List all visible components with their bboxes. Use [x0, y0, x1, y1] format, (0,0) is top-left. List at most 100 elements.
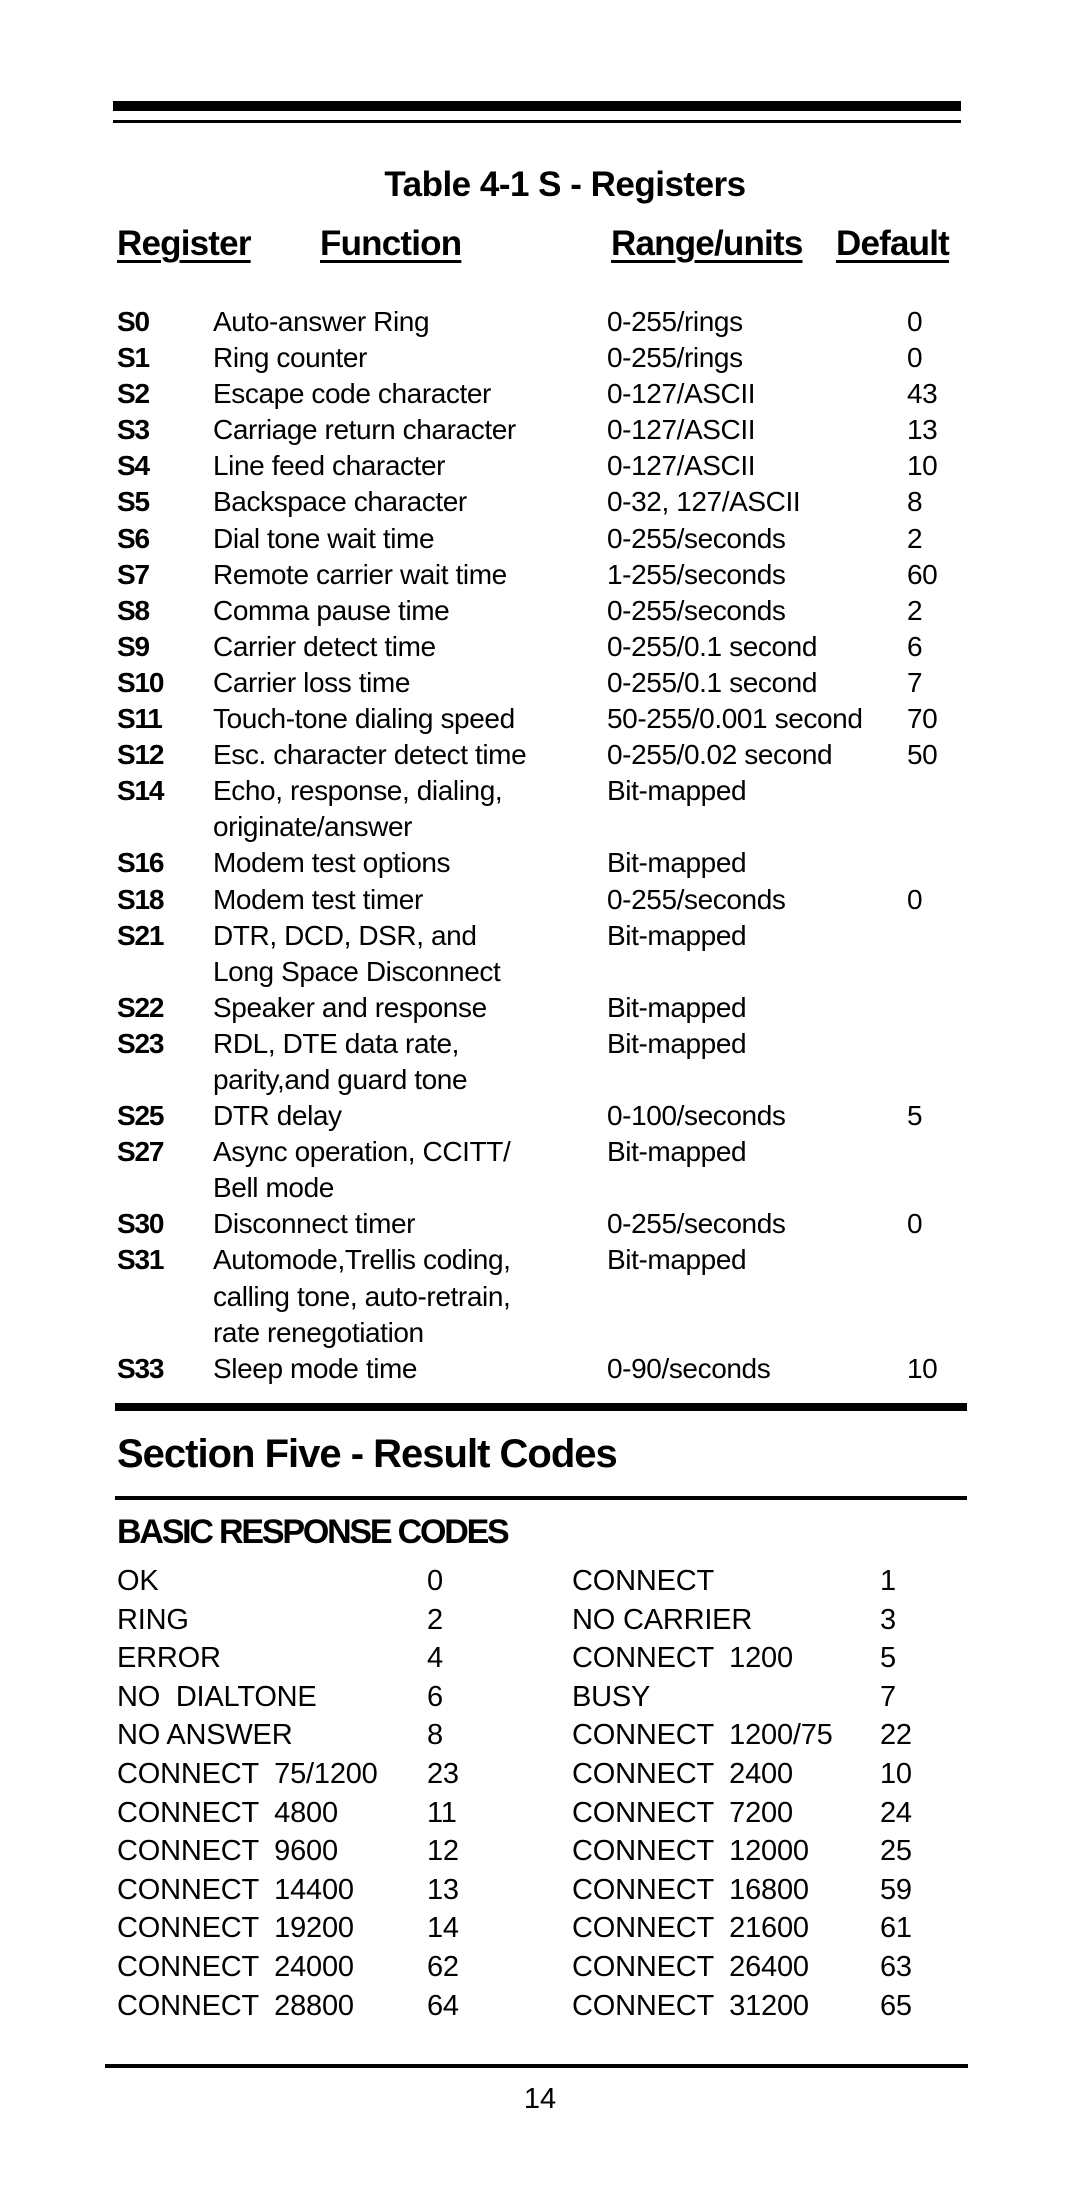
- register-function: Carrier detect time: [213, 629, 593, 665]
- register-range: 0-255/seconds: [607, 594, 786, 626]
- top-thin-rule: [113, 120, 961, 123]
- register-function: Carriage return character: [213, 412, 593, 448]
- register-function-line: originate/answer: [213, 811, 413, 843]
- result-code-value: 8: [427, 1719, 443, 1752]
- result-code-row: NO DIALTONE 6 BUSY 7: [117, 1678, 977, 1717]
- table-row: S18 Modem test timer 0-255/seconds 0: [117, 882, 977, 918]
- register-default: 43: [907, 378, 938, 410]
- register-range: 50-255/0.001 second: [607, 703, 863, 735]
- register-range: 0-255/0.1 second: [607, 666, 817, 698]
- register-function-line: Long Space Disconnect: [213, 955, 501, 987]
- table-row: S4 Line feed character 0-127/ASCII 10: [117, 448, 977, 484]
- register-function-line: DTR, DCD, DSR, and: [213, 919, 477, 951]
- table-row: S8 Comma pause time 0-255/seconds 2: [117, 593, 977, 629]
- section-thick-rule: [115, 1403, 967, 1411]
- register-function: RDL, DTE data rate, parity,and guard tone: [213, 1026, 593, 1098]
- register-id: S7: [117, 558, 150, 590]
- result-code-row: CONNECT 75/1200 23 CONNECT 2400 10: [117, 1755, 977, 1794]
- register-function-line: calling tone, auto-retrain,: [213, 1280, 511, 1312]
- register-function: Remote carrier wait time: [213, 557, 593, 593]
- register-function-line: Modem test timer: [213, 883, 423, 915]
- register-default: 13: [907, 414, 938, 446]
- register-id: S25: [117, 1100, 164, 1132]
- register-default: 6: [907, 630, 923, 662]
- result-code-name: CONNECT 26400: [572, 1950, 809, 1983]
- result-code-name: CONNECT 2400: [572, 1757, 793, 1790]
- register-range: 0-127/ASCII: [607, 450, 756, 482]
- register-default: 50: [907, 739, 938, 771]
- register-id: S0: [117, 306, 150, 337]
- register-id: S3: [117, 414, 150, 446]
- register-function-line: Auto-answer Ring: [213, 306, 430, 337]
- register-function: Esc. character detect time: [213, 737, 593, 773]
- register-range: Bit-mapped: [607, 1136, 747, 1168]
- register-range: 0-255/seconds: [607, 522, 786, 554]
- table-row: S14 Echo, response, dialing, originate/ans…: [117, 773, 977, 845]
- result-code-value: 11: [427, 1796, 457, 1829]
- table-row: S22 Speaker and response Bit-mapped: [117, 990, 977, 1026]
- register-default: 10: [907, 450, 938, 482]
- header-function: Function: [320, 224, 462, 263]
- register-default: 70: [907, 703, 938, 735]
- register-function-line: Ring counter: [213, 342, 367, 374]
- register-function: Async operation, CCITT/Bell mode: [213, 1134, 593, 1206]
- register-function: Dial tone wait time: [213, 521, 593, 557]
- result-code-name: CONNECT 16800: [572, 1873, 809, 1906]
- register-range: Bit-mapped: [607, 1027, 747, 1059]
- result-code-name: CONNECT 28800: [117, 1989, 354, 2022]
- register-id: S33: [117, 1352, 164, 1384]
- register-default: 7: [907, 666, 923, 698]
- result-code-row: RING 2 NO CARRIER 3: [117, 1601, 977, 1640]
- result-code-value: 1: [880, 1565, 896, 1597]
- table-row: S3 Carriage return character 0-127/ASCII 13: [117, 412, 977, 448]
- register-function: Comma pause time: [213, 593, 593, 629]
- register-range: 0-127/ASCII: [607, 378, 756, 410]
- table-row: S27 Async operation, CCITT/Bell mode Bit-m…: [117, 1134, 977, 1206]
- register-default: 10: [907, 1352, 938, 1384]
- register-id: S1: [117, 342, 150, 374]
- table-row: S6 Dial tone wait time 0-255/seconds 2: [117, 521, 977, 557]
- page-number: 14: [523, 2083, 557, 2115]
- result-code-name: CONNECT 24000: [117, 1950, 354, 1983]
- register-function-line: Dial tone wait time: [213, 522, 435, 554]
- register-range: Bit-mapped: [607, 847, 747, 879]
- section-thin-rule: [115, 1496, 967, 1500]
- register-function: Carrier loss time: [213, 665, 593, 701]
- register-range: Bit-mapped: [607, 991, 747, 1023]
- result-code-value: 5: [880, 1642, 896, 1675]
- result-code-row: NO ANSWER 8 CONNECT 1200/75 22: [117, 1716, 977, 1755]
- register-default: 60: [907, 558, 938, 590]
- register-function-line: Modem test options: [213, 847, 451, 879]
- table-row: S31 Automode,Trellis coding, calling tone,…: [117, 1242, 977, 1350]
- register-function: Backspace character: [213, 484, 593, 520]
- register-function-line: Remote carrier wait time: [213, 558, 507, 590]
- register-id: S4: [117, 450, 150, 482]
- result-code-value: 7: [880, 1680, 896, 1713]
- register-id: S11: [117, 703, 163, 735]
- section-title: Section Five - Result Codes: [117, 1432, 618, 1476]
- result-code-name: CONNECT 12000: [572, 1835, 809, 1868]
- register-default: 0: [907, 306, 923, 337]
- result-code-value: 6: [427, 1680, 443, 1713]
- register-range: 0-255/seconds: [607, 883, 786, 915]
- result-code-name: CONNECT 14400: [117, 1873, 354, 1906]
- register-function: Line feed character: [213, 448, 593, 484]
- register-function: Escape code character: [213, 376, 593, 412]
- result-code-row: OK 0 CONNECT 1: [117, 1562, 977, 1601]
- register-default: 0: [907, 883, 923, 915]
- register-function-line: Echo, response, dialing,: [213, 775, 503, 807]
- register-function-line: Touch-tone dialing speed: [213, 703, 515, 735]
- register-function: Modem test timer: [213, 882, 593, 918]
- table-row: S9 Carrier detect time 0-255/0.1 second 6: [117, 629, 977, 665]
- result-code-name: CONNECT 1200: [572, 1642, 793, 1675]
- table-row: S23 RDL, DTE data rate, parity,and guard t…: [117, 1026, 977, 1098]
- register-default: 5: [907, 1100, 923, 1132]
- register-function-line: RDL, DTE data rate,: [213, 1027, 460, 1059]
- register-id: S14: [117, 775, 164, 807]
- register-function: Auto-answer Ring: [213, 304, 593, 340]
- result-code-name: CONNECT 1200/75: [572, 1719, 833, 1752]
- result-code-row: CONNECT 28800 64 CONNECT 31200 65: [117, 1987, 977, 2026]
- result-code-name: NO DIALTONE: [117, 1680, 317, 1713]
- register-function: Automode,Trellis coding, calling tone, au…: [213, 1242, 593, 1350]
- result-code-row: ERROR 4 CONNECT 1200 5: [117, 1639, 977, 1678]
